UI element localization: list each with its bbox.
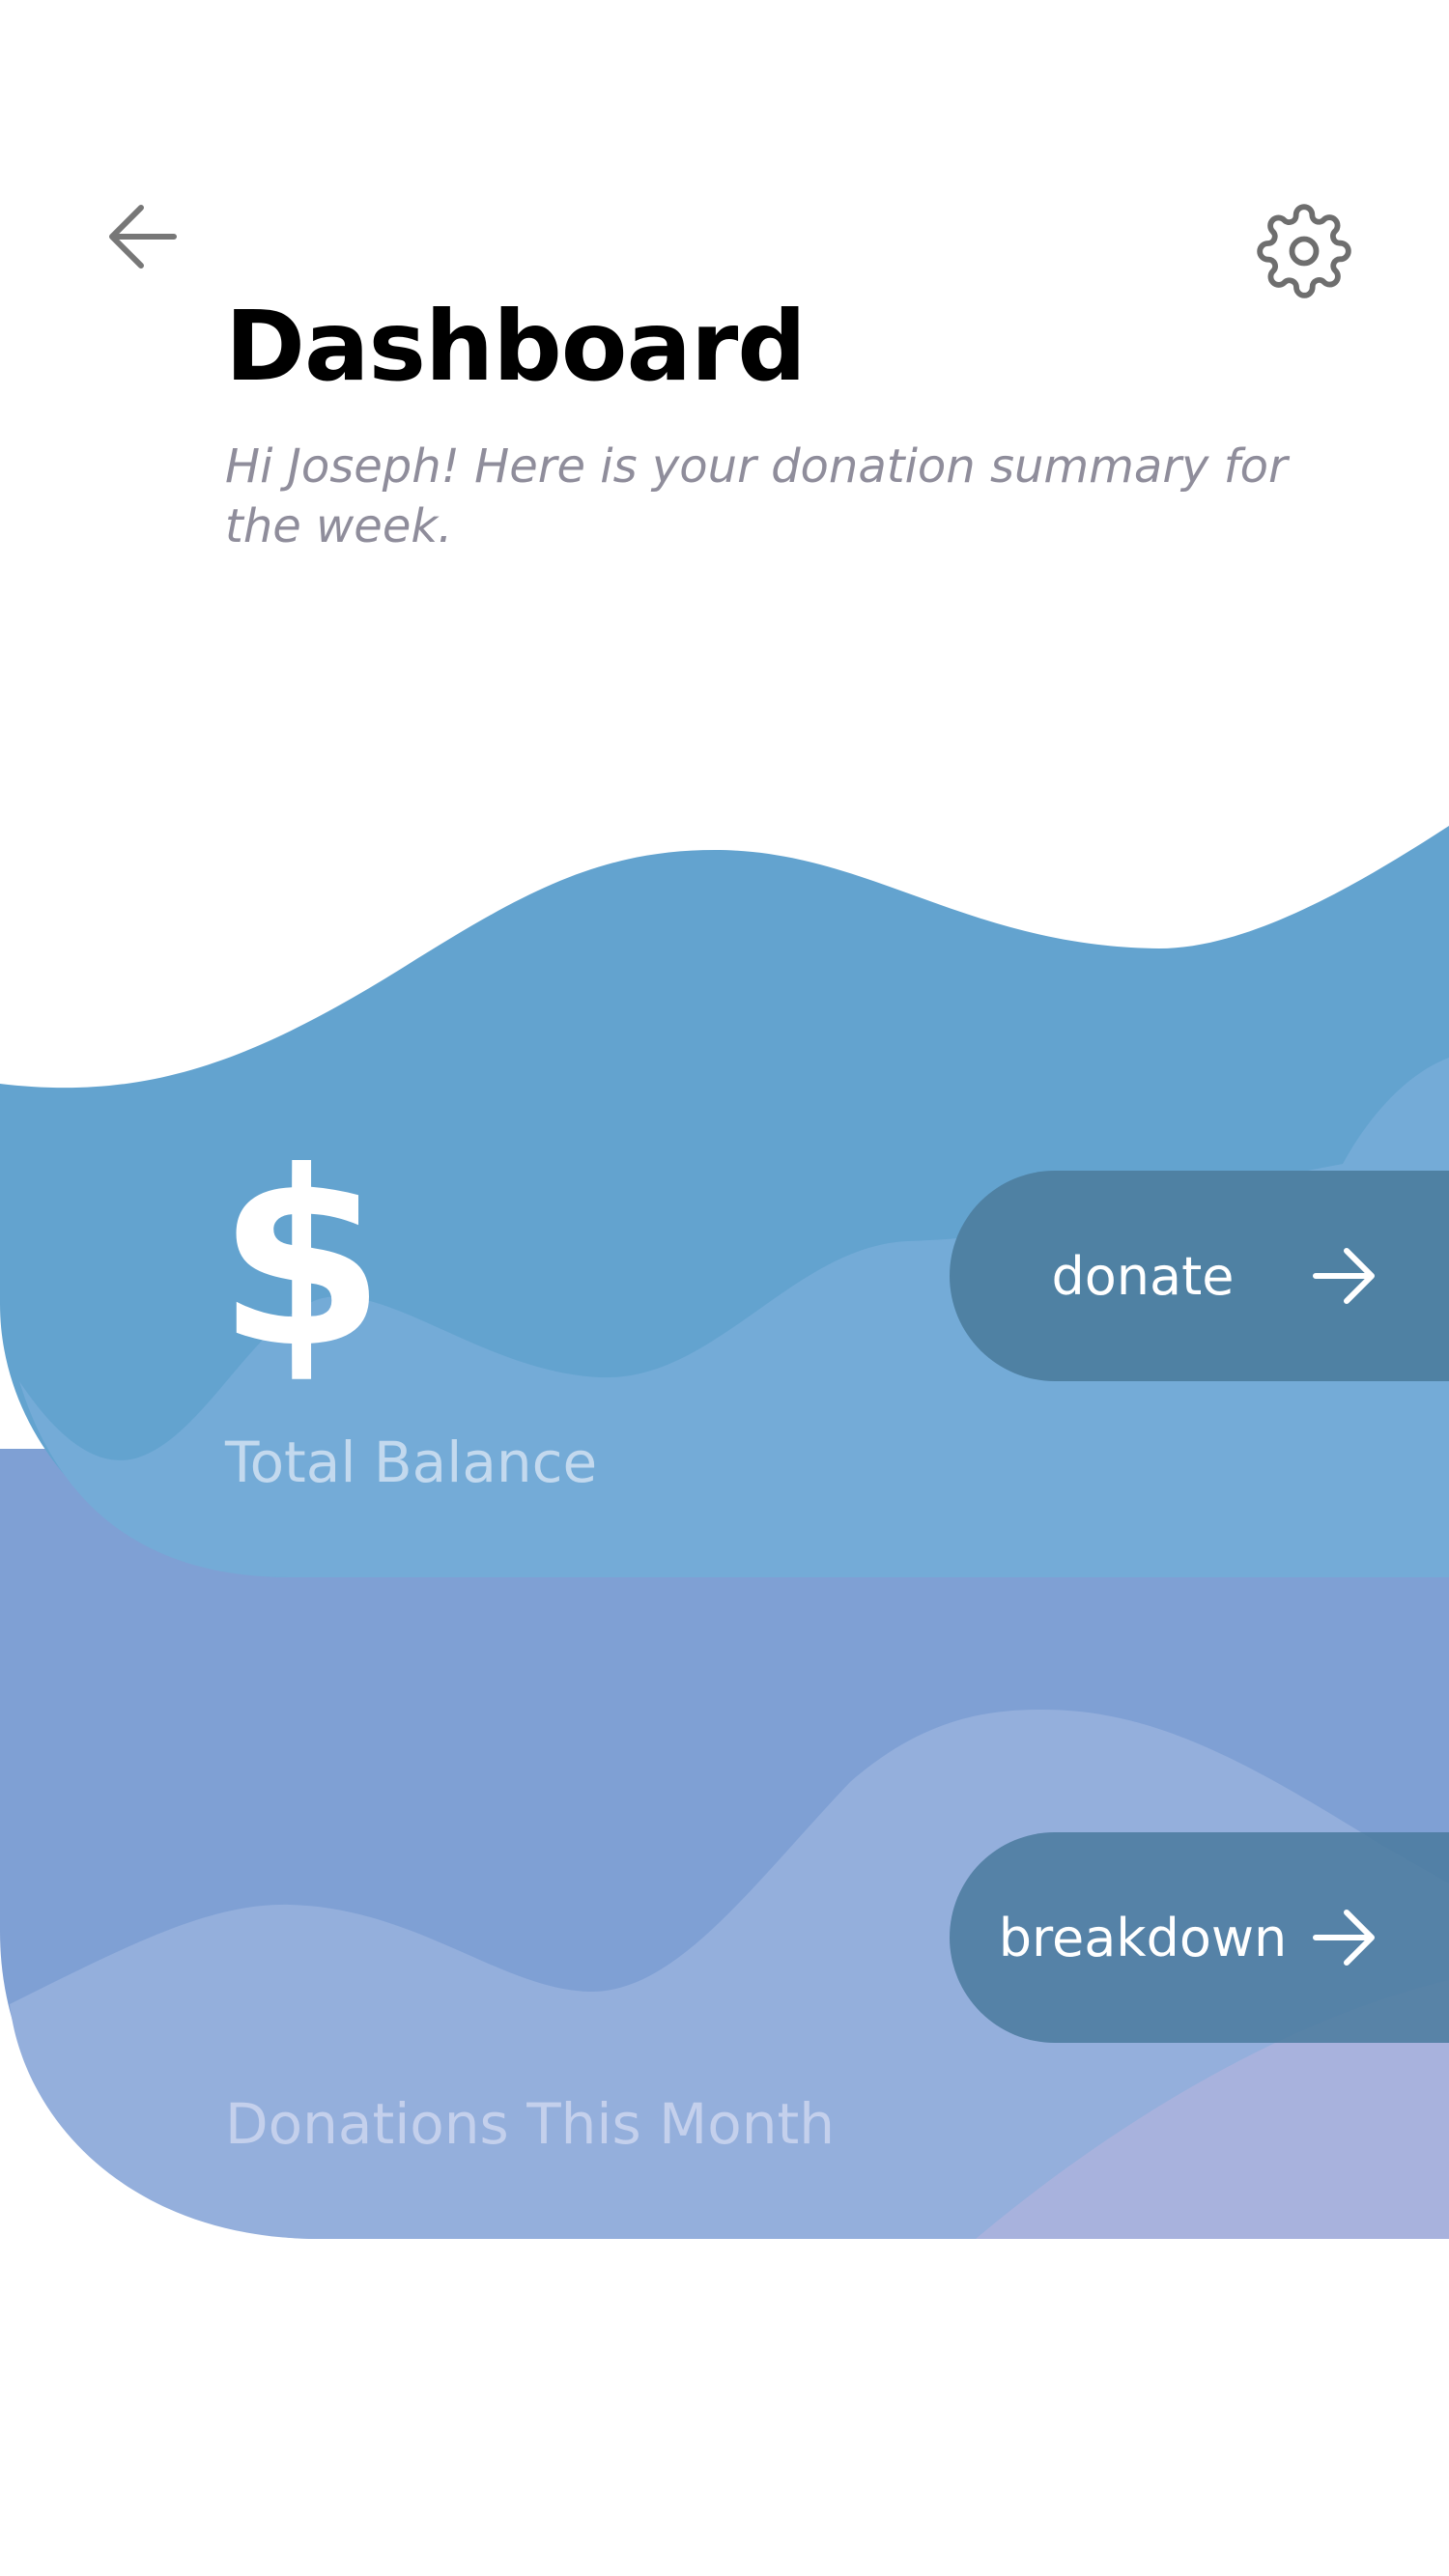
breakdown-button[interactable]: breakdown: [950, 1832, 1449, 2043]
gear-icon: [1257, 204, 1351, 298]
donate-button-label: donate: [1051, 1245, 1235, 1307]
page-title: Dashboard: [225, 290, 807, 403]
arrow-left-icon: [109, 205, 177, 269]
breakdown-button-label: breakdown: [998, 1907, 1288, 1968]
donate-button[interactable]: donate: [950, 1171, 1449, 1381]
total-balance-label: Total Balance: [225, 1430, 598, 1495]
settings-button[interactable]: [1256, 203, 1352, 299]
arrow-right-icon: [1313, 1248, 1375, 1304]
arrow-right-icon: [1313, 1910, 1375, 1966]
donations-this-month-label: Donations This Month: [225, 2091, 835, 2157]
page-subtitle: Hi Joseph! Here is your donation summary…: [225, 439, 1288, 553]
dollar-icon: $: [217, 1119, 385, 1401]
back-button[interactable]: [97, 193, 193, 280]
